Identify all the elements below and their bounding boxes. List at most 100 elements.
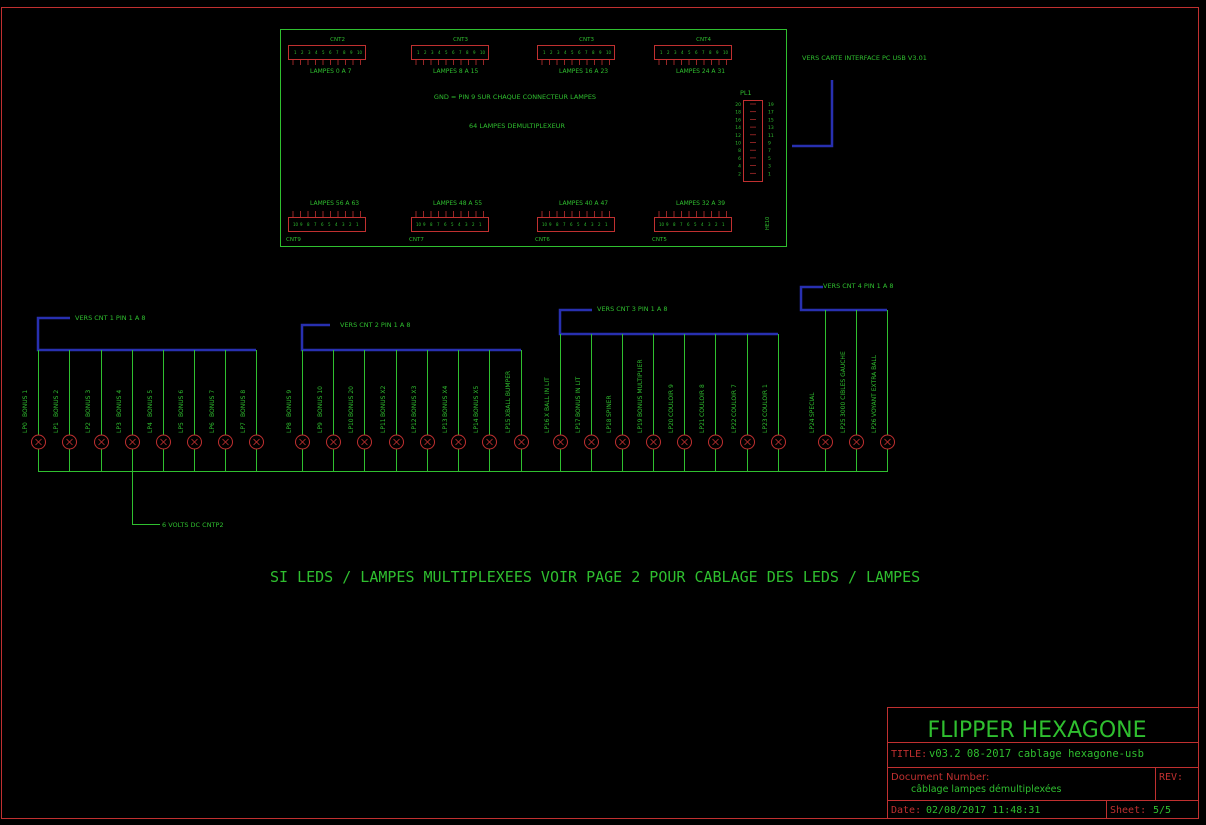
lamp-ref: LP0 [22,422,29,433]
lamp-ref: LP25 [840,418,847,433]
lamp: LP9 BONUS 10 [317,350,341,471]
header-pin-number: 20 [735,102,741,108]
pin-number: 7 [314,222,317,227]
lamp-name: BONUS 5 [147,390,154,417]
header-pin-number: 14 [735,125,741,131]
lamp-ref: LP4 [147,422,154,433]
lamp-name: BONUS X4 [442,386,449,417]
pin-number: 2 [424,50,427,55]
header-pin-number: 1 [768,171,771,177]
gnd-note: GND = PIN 9 SUR CHAQUE CONNECTEUR LAMPES [434,93,596,101]
lamp: LP1 BONUS 2 [53,350,77,471]
lamp: LP21COULOIR 8 [699,334,723,471]
pin-number: 9 [423,222,426,227]
lamp-ref: LP19 [637,418,644,433]
lamp: LP20COULOIR 9 [668,334,692,471]
group-label: VERS CNT 4 PIN 1 A 8 [823,282,894,290]
sheet-label: Sheet: [1110,805,1146,816]
lamp-ref: LP24 [809,418,816,433]
lamp-name: BONUS 2 [53,390,60,417]
lamp: LP12BONUS X3 [411,350,435,471]
lamp-ref: LP13 [442,418,449,433]
connector-label: LAMPES 56 A 63 [310,200,359,207]
header-pin-number: 8 [738,148,741,154]
lamp-ref: LP10 [348,418,355,433]
lamp-ref: LP16 [544,418,551,433]
group-label: VERS CNT 2 PIN 1 A 8 [340,321,411,329]
pin-number: 8 [466,50,469,55]
lamp-name: COULOIR 8 [699,384,706,417]
connector-label: LAMPES 48 A 55 [433,200,482,207]
pin-number: 4 [564,50,567,55]
pin-number: 7 [563,222,566,227]
pin-number: 3 [465,222,468,227]
supply-label: 6 VOLTS DC CNTP2 [162,521,224,529]
group-label: VERS CNT 3 PIN 1 A 8 [597,305,668,313]
pin-number: 4 [681,50,684,55]
connector-ref: CNT9 [286,237,301,243]
pin-number: 4 [584,222,587,227]
project-name: FLIPPER HEXAGONE [927,718,1146,743]
interface-bus [792,80,834,148]
lamp: LP3 BONUS 4 [116,350,140,471]
lamp-name: BONUS 8 [240,390,247,417]
pin-number: 10 [293,222,299,227]
pin-number: 6 [570,222,573,227]
header-pin-number: 7 [768,148,771,154]
pin-number: 5 [571,50,574,55]
lamp-ref: LP15 [505,418,512,433]
pin-number: 5 [451,222,454,227]
lamp: LP22COULOIR 7 [731,334,755,471]
top-connector: CNT3 1 2 3 4 5 6 7 8 9 10 LAMPES 16 A 23 [537,37,615,75]
lamp: LP7 BONUS 8 [240,350,264,471]
lamp: LP17BONUS IN LIT [575,334,599,471]
pin-number: 3 [557,50,560,55]
lamp-name: BONUS MULTIPLIER [637,359,644,417]
demux-board: CNT21 2 3 4 5 6 7 8 9 10LAMPES 0 A 7 CNT31 2 3 4 5 6 7 8 9… [280,29,927,247]
pin-number: 7 [459,50,462,55]
pin-number: 6 [321,222,324,227]
sheet-value: 5/5 [1153,805,1171,816]
connector-label: LAMPES 16 A 23 [559,68,608,75]
lamp-name: BONUS 1 [22,390,29,417]
group-bus [300,323,521,352]
pin-number: 6 [695,50,698,55]
pin-number: 1 [479,222,482,227]
doc-label: Document Number: [891,772,989,783]
connector-ref: CNT4 [696,37,711,43]
pin-number: 8 [592,50,595,55]
lamp-group: VERS CNT 3 PIN 1 A 8 LP16X BALL IN LIT LP1… [544,305,786,471]
lamp-name: BONUS X5 [473,386,480,417]
interface-label: VERS CARTE INTERFACE PC USB V3.01 [802,54,927,62]
header-pin-number: 15 [768,117,774,123]
top-connector: CNT2 1 2 3 4 5 6 7 8 9 10 LAMPES 0 A 7 [288,37,366,75]
header-pin-number: 16 [735,117,741,123]
connector-ref: CNT5 [652,237,667,243]
header-pin-number: 4 [738,164,741,170]
lamp-name: COULOIR 7 [731,384,738,417]
pin-number: 3 [431,50,434,55]
lamp-name: SPINER [606,395,613,417]
pin-number: 8 [709,50,712,55]
bottom-connector: LAMPES 40 A 47 10 9 8 7 6 5 4 3 2 1 CNT6 [535,200,615,243]
pin-number: 10 [357,50,363,55]
connector-label: LAMPES 8 A 15 [433,68,478,75]
pin-number: 2 [301,50,304,55]
pin-number: 3 [308,50,311,55]
lamp-name: BONUS 20 [348,386,355,417]
lamp-ref: LP9 [317,422,324,433]
pin-number: 7 [437,222,440,227]
pin-number: 4 [701,222,704,227]
pin-number: 6 [578,50,581,55]
connector-ref: CNT6 [535,237,550,243]
lamp-ref: LP12 [411,418,418,433]
pin-number: 8 [343,50,346,55]
lamp-name: X BALL IN LIT [544,377,551,417]
header-pin-number: 17 [768,110,774,116]
lamp-ref: LP17 [575,418,582,433]
pin-number: 5 [445,50,448,55]
pin-number: 7 [680,222,683,227]
common-return: 6 VOLTS DC CNTP2 [38,471,888,529]
lamp-ref: LP21 [699,418,706,433]
pin-number: 3 [674,50,677,55]
